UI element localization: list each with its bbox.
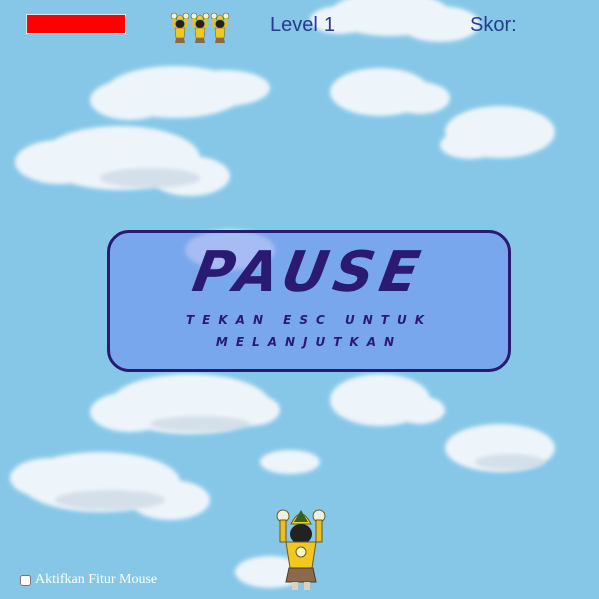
level-value: 1	[323, 14, 335, 36]
life-icon	[170, 12, 190, 43]
life-icon	[190, 12, 210, 43]
health-bar	[26, 14, 126, 34]
pause-subtitle: TEKAN ESC UNTUK MELANJUTKAN	[185, 313, 433, 349]
mouse-feature-toggle[interactable]: Aktifkan Fitur Mouse	[20, 572, 157, 588]
wayang-player-icon[interactable]	[274, 502, 328, 592]
pause-overlay: PAUSE TEKAN ESC UNTUK MELANJUTKAN	[107, 230, 511, 372]
level-label: Level	[270, 14, 318, 36]
mouse-feature-label: Aktifkan Fitur Mouse	[35, 572, 158, 587]
life-icon	[210, 12, 230, 43]
level-display: Level 1	[270, 14, 335, 37]
mouse-feature-checkbox[interactable]	[20, 574, 31, 586]
health-bar-fill	[27, 15, 125, 33]
score-label: Skor:	[470, 14, 517, 36]
pause-title: PAUSE	[187, 240, 431, 305]
lives-indicator	[170, 8, 232, 48]
score-display: Skor:	[470, 14, 523, 37]
